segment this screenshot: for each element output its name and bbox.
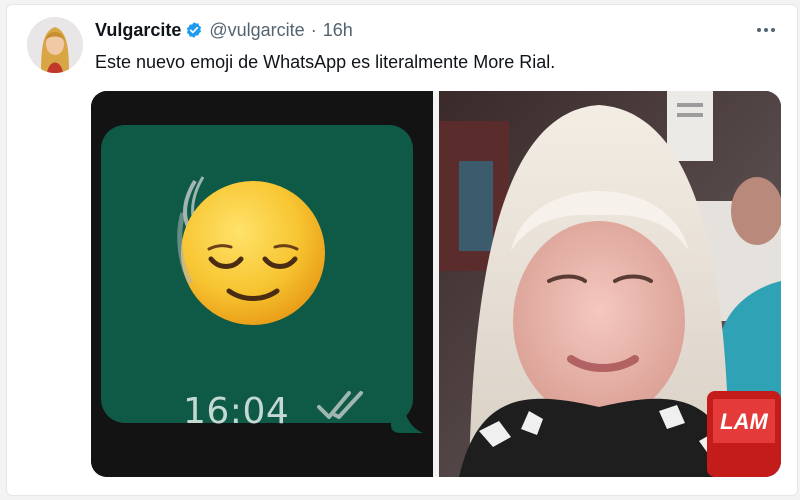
mic-logo-text: LAM [720, 409, 768, 434]
whatsapp-screenshot-panel[interactable]: 16:04 [91, 91, 433, 477]
tweet-card[interactable]: Vulgarcite @vulgarcite · 16h Este nuevo … [6, 4, 798, 496]
author-name[interactable]: Vulgarcite [95, 19, 181, 41]
tweet-timestamp[interactable]: 16h [323, 19, 353, 41]
tweet-header: Vulgarcite @vulgarcite · 16h [95, 19, 353, 41]
more-dot [764, 28, 768, 32]
photo-panel[interactable]: LAM [439, 91, 781, 477]
more-dot [771, 28, 775, 32]
header-separator: · [310, 20, 317, 40]
tweet-text: Este nuevo emoji de WhatsApp es literalm… [95, 52, 556, 72]
relieved-face-emoji [177, 176, 325, 325]
tweet-media[interactable]: 16:04 LAM [91, 91, 781, 477]
more-dot [757, 28, 761, 32]
bubble-tail [391, 403, 423, 433]
double-check-icon [317, 391, 363, 419]
message-time: 16:04 [183, 391, 290, 432]
avatar-image [27, 17, 83, 73]
more-options-icon[interactable] [753, 19, 779, 41]
author-avatar[interactable] [27, 17, 83, 73]
verified-badge-icon [187, 22, 202, 38]
author-handle[interactable]: @vulgarcite [209, 19, 304, 41]
